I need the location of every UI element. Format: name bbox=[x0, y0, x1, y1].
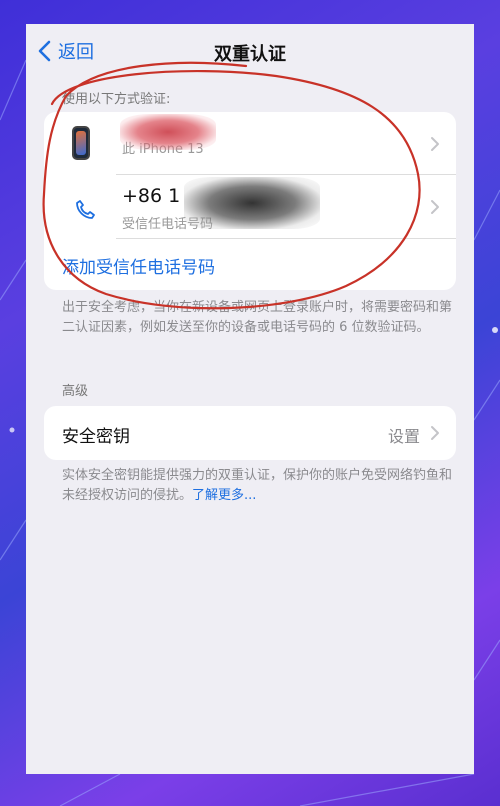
verify-card: 此 iPhone 13 +86 1 受信任电话号码 添加受信任电话号码 bbox=[44, 112, 456, 290]
redaction-scribble bbox=[184, 177, 320, 229]
security-key-card: 安全密钥 设置 bbox=[44, 406, 456, 460]
security-key-row[interactable]: 安全密钥 设置 bbox=[44, 406, 456, 460]
phone-number: +86 1 bbox=[122, 185, 181, 207]
iphone-icon bbox=[72, 126, 90, 160]
trusted-phone-row[interactable]: +86 1 受信任电话号码 bbox=[44, 175, 456, 237]
chevron-right-icon bbox=[431, 426, 439, 440]
navigation-bar: 返回 双重认证 bbox=[26, 38, 474, 70]
phone-icon bbox=[76, 200, 95, 219]
learn-more-link[interactable]: 了解更多... bbox=[192, 488, 256, 503]
advanced-section-header: 高级 bbox=[62, 384, 89, 399]
chevron-right-icon bbox=[431, 200, 439, 214]
chevron-right-icon bbox=[431, 137, 439, 151]
verify-section-header: 使用以下方式验证: bbox=[62, 92, 171, 107]
redaction-scribble bbox=[120, 114, 216, 150]
add-phone-row[interactable]: 添加受信任电话号码 bbox=[44, 239, 456, 290]
add-phone-link[interactable]: 添加受信任电话号码 bbox=[62, 253, 215, 278]
verify-footnote: 出于安全考虑，当你在新设备或网页上登录账户时，将需要密码和第二认证因素，例如发送… bbox=[62, 300, 453, 335]
settings-screen: 返回 双重认证 使用以下方式验证: 此 iPhone 13 +86 1 受信任电… bbox=[26, 24, 474, 774]
security-key-label: 安全密钥 bbox=[62, 427, 130, 447]
page-title: 双重认证 bbox=[214, 44, 286, 65]
advanced-footnote: 实体安全密钥能提供强力的双重认证，保护你的账户免受网络钓鱼和未经授权访问的侵扰。… bbox=[62, 466, 452, 506]
advanced-footnote-text: 实体安全密钥能提供强力的双重认证，保护你的账户免受网络钓鱼和未经授权访问的侵扰。 bbox=[62, 468, 453, 503]
security-key-value: 设置 bbox=[387, 427, 420, 446]
trusted-device-row[interactable]: 此 iPhone 13 bbox=[44, 112, 456, 174]
